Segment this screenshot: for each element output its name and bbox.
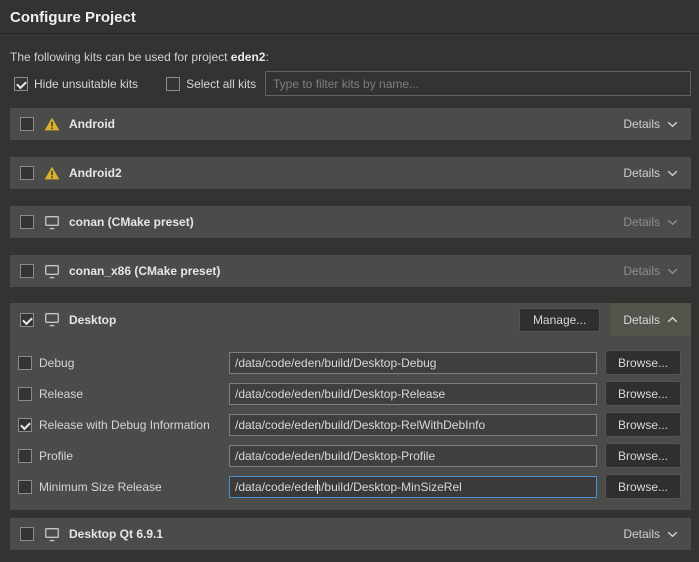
select-all-label[interactable]: Select all kits bbox=[186, 77, 256, 91]
details-button: Details bbox=[610, 206, 691, 238]
details-button: Details bbox=[610, 255, 691, 287]
build-config-row-release: Release Browse... bbox=[18, 378, 681, 409]
kit-card-desktop: Desktop Manage... Details Debug Browse..… bbox=[10, 303, 691, 510]
chevron-down-icon bbox=[667, 121, 678, 128]
text-caret bbox=[317, 480, 318, 494]
kit-checkbox[interactable] bbox=[20, 117, 34, 131]
configure-project-dialog: Configure Project The following kits can… bbox=[0, 0, 699, 562]
build-config-row-relwithdebinfo: Release with Debug Information Browse... bbox=[18, 409, 681, 440]
kit-checkbox[interactable] bbox=[20, 313, 34, 327]
warning-icon bbox=[44, 166, 60, 180]
kit-name: Android bbox=[69, 117, 115, 131]
browse-button[interactable]: Browse... bbox=[605, 443, 681, 468]
kit-filter-controls: Hide unsuitable kits Select all kits bbox=[14, 72, 256, 96]
kit-checkbox[interactable] bbox=[20, 527, 34, 541]
config-label: Release bbox=[39, 387, 229, 401]
build-config-row-debug: Debug Browse... bbox=[18, 347, 681, 378]
config-label: Release with Debug Information bbox=[39, 418, 229, 432]
browse-button[interactable]: Browse... bbox=[605, 474, 681, 499]
kit-header: Android2 Details bbox=[10, 157, 691, 189]
config-label: Minimum Size Release bbox=[39, 480, 229, 494]
details-button[interactable]: Details bbox=[610, 518, 691, 550]
kit-row-conan: conan (CMake preset) Details bbox=[10, 206, 691, 238]
kit-header: conan_x86 (CMake preset) Details bbox=[10, 255, 691, 287]
build-path-field bbox=[229, 352, 597, 374]
kit-header: conan (CMake preset) Details bbox=[10, 206, 691, 238]
config-checkbox[interactable] bbox=[18, 480, 32, 494]
config-checkbox[interactable] bbox=[18, 356, 32, 370]
desktop-icon bbox=[44, 312, 60, 327]
details-button[interactable]: Details bbox=[610, 108, 691, 140]
chevron-down-icon bbox=[667, 268, 678, 275]
desktop-icon bbox=[44, 215, 60, 230]
browse-button[interactable]: Browse... bbox=[605, 350, 681, 375]
build-path-input[interactable] bbox=[229, 352, 597, 374]
kit-checkbox[interactable] bbox=[20, 264, 34, 278]
title-separator bbox=[0, 33, 699, 34]
chevron-down-icon bbox=[667, 219, 678, 226]
build-path-input[interactable] bbox=[229, 476, 597, 498]
build-path-field-focused bbox=[229, 476, 597, 498]
config-label: Profile bbox=[39, 449, 229, 463]
build-path-input[interactable] bbox=[229, 414, 597, 436]
page-title: Configure Project bbox=[10, 9, 136, 26]
details-button[interactable]: Details bbox=[610, 303, 691, 336]
build-path-input[interactable] bbox=[229, 445, 597, 467]
kit-name: Android2 bbox=[69, 166, 122, 180]
project-name: eden2 bbox=[231, 50, 266, 64]
kit-header: Desktop Manage... Details bbox=[10, 303, 691, 336]
chevron-up-icon bbox=[667, 316, 678, 323]
build-config-list: Debug Browse... Release Browse... Releas… bbox=[10, 336, 691, 502]
desktop-icon bbox=[44, 527, 60, 542]
kit-row-desktop-qt: Desktop Qt 6.9.1 Details bbox=[10, 518, 691, 550]
intro-text: The following kits can be used for proje… bbox=[10, 50, 269, 64]
build-path-field bbox=[229, 414, 597, 436]
build-config-row-profile: Profile Browse... bbox=[18, 440, 681, 471]
kit-name: Desktop Qt 6.9.1 bbox=[69, 527, 163, 541]
kit-header: Desktop Qt 6.9.1 Details bbox=[10, 518, 691, 550]
build-path-field bbox=[229, 383, 597, 405]
kit-checkbox[interactable] bbox=[20, 166, 34, 180]
manage-button[interactable]: Manage... bbox=[519, 308, 600, 332]
kit-row-android: Android Details bbox=[10, 108, 691, 140]
kit-header: Android Details bbox=[10, 108, 691, 140]
kit-filter-input[interactable] bbox=[265, 71, 691, 96]
build-config-row-minsizerel: Minimum Size Release Browse... bbox=[18, 471, 681, 502]
desktop-icon bbox=[44, 264, 60, 279]
config-checkbox[interactable] bbox=[18, 418, 32, 432]
kit-name: Desktop bbox=[69, 313, 116, 327]
kit-name: conan (CMake preset) bbox=[69, 215, 194, 229]
details-button[interactable]: Details bbox=[610, 157, 691, 189]
browse-button[interactable]: Browse... bbox=[605, 381, 681, 406]
select-all-checkbox[interactable] bbox=[166, 77, 180, 91]
hide-unsuitable-checkbox[interactable] bbox=[14, 77, 28, 91]
browse-button[interactable]: Browse... bbox=[605, 412, 681, 437]
kit-row-conan-x86: conan_x86 (CMake preset) Details bbox=[10, 255, 691, 287]
config-checkbox[interactable] bbox=[18, 387, 32, 401]
build-path-field bbox=[229, 445, 597, 467]
config-checkbox[interactable] bbox=[18, 449, 32, 463]
chevron-down-icon bbox=[667, 531, 678, 538]
warning-icon bbox=[44, 117, 60, 131]
chevron-down-icon bbox=[667, 170, 678, 177]
config-label: Debug bbox=[39, 356, 229, 370]
build-path-input[interactable] bbox=[229, 383, 597, 405]
kit-checkbox[interactable] bbox=[20, 215, 34, 229]
kit-row-android2: Android2 Details bbox=[10, 157, 691, 189]
hide-unsuitable-label[interactable]: Hide unsuitable kits bbox=[34, 77, 138, 91]
kit-name: conan_x86 (CMake preset) bbox=[69, 264, 220, 278]
